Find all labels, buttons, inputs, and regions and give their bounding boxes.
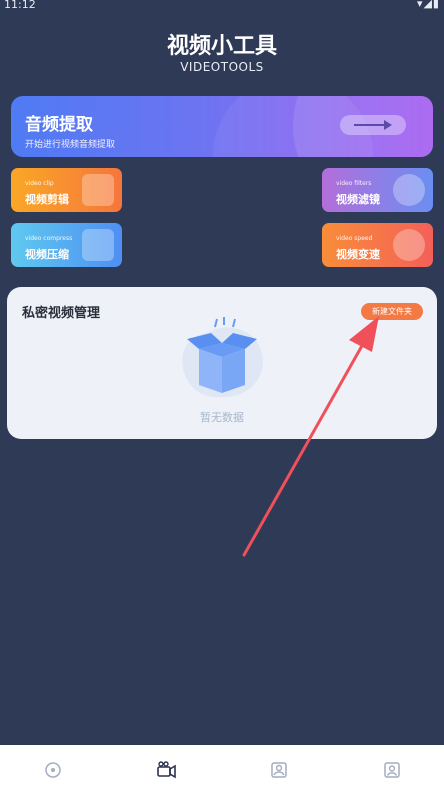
status-bar: 11:12 ▾◢▮ xyxy=(0,0,444,14)
arrow-right-icon xyxy=(384,120,392,130)
banner-title: 音频提取 xyxy=(25,115,93,135)
tool-en-label: video filters xyxy=(336,180,372,187)
status-time: 11:12 xyxy=(4,0,36,11)
filter-circles-icon xyxy=(393,174,425,206)
banner-arrow-button[interactable] xyxy=(340,115,406,135)
status-icons: ▾◢▮ xyxy=(416,0,440,10)
new-folder-button[interactable]: 新建文件夹 xyxy=(361,303,423,320)
empty-box-icon xyxy=(177,315,267,401)
tool-cn-label: 视频压缩 xyxy=(25,248,69,261)
audio-extract-banner[interactable]: 音频提取 开始进行视频音频提取 xyxy=(11,96,433,157)
portrait-icon xyxy=(271,762,287,778)
empty-state-text: 暂无数据 xyxy=(200,411,244,424)
tool-video-clip[interactable]: video clip 视频剪辑 xyxy=(11,168,122,212)
page-subtitle: VIDEOTOOLS xyxy=(180,60,264,74)
nav-item-portrait[interactable] xyxy=(268,759,290,781)
tool-cn-label: 视频剪辑 xyxy=(25,193,69,206)
clock-icon xyxy=(393,229,425,261)
tool-cn-label: 视频变速 xyxy=(336,248,380,261)
arrow-right-icon xyxy=(354,124,388,126)
nav-item-video[interactable] xyxy=(155,759,177,781)
private-video-card: 私密视频管理 新建文件夹 暂无数据 xyxy=(7,287,437,439)
card-title: 私密视频管理 xyxy=(22,306,101,321)
tool-video-filters[interactable]: video filters 视频滤镜 xyxy=(322,168,433,212)
page-title: 视频小工具 xyxy=(166,34,277,59)
film-strip-icon xyxy=(82,174,114,206)
nav-item-profile[interactable] xyxy=(381,759,403,781)
tool-cn-label: 视频滤镜 xyxy=(336,193,380,206)
tool-video-compress[interactable]: video compress 视频压缩 xyxy=(11,223,122,267)
disc-icon xyxy=(45,762,61,778)
nav-item-home[interactable] xyxy=(42,759,64,781)
compress-icon xyxy=(82,229,114,261)
tool-en-label: video clip xyxy=(25,180,54,187)
camera-icon xyxy=(157,761,176,779)
user-icon xyxy=(384,762,400,778)
tool-en-label: video compress xyxy=(25,235,73,242)
banner-subtitle: 开始进行视频音频提取 xyxy=(25,140,116,150)
tool-video-speed[interactable]: video speed 视频变速 xyxy=(322,223,433,267)
bottom-nav xyxy=(0,745,444,795)
tool-en-label: video speed xyxy=(336,235,373,242)
